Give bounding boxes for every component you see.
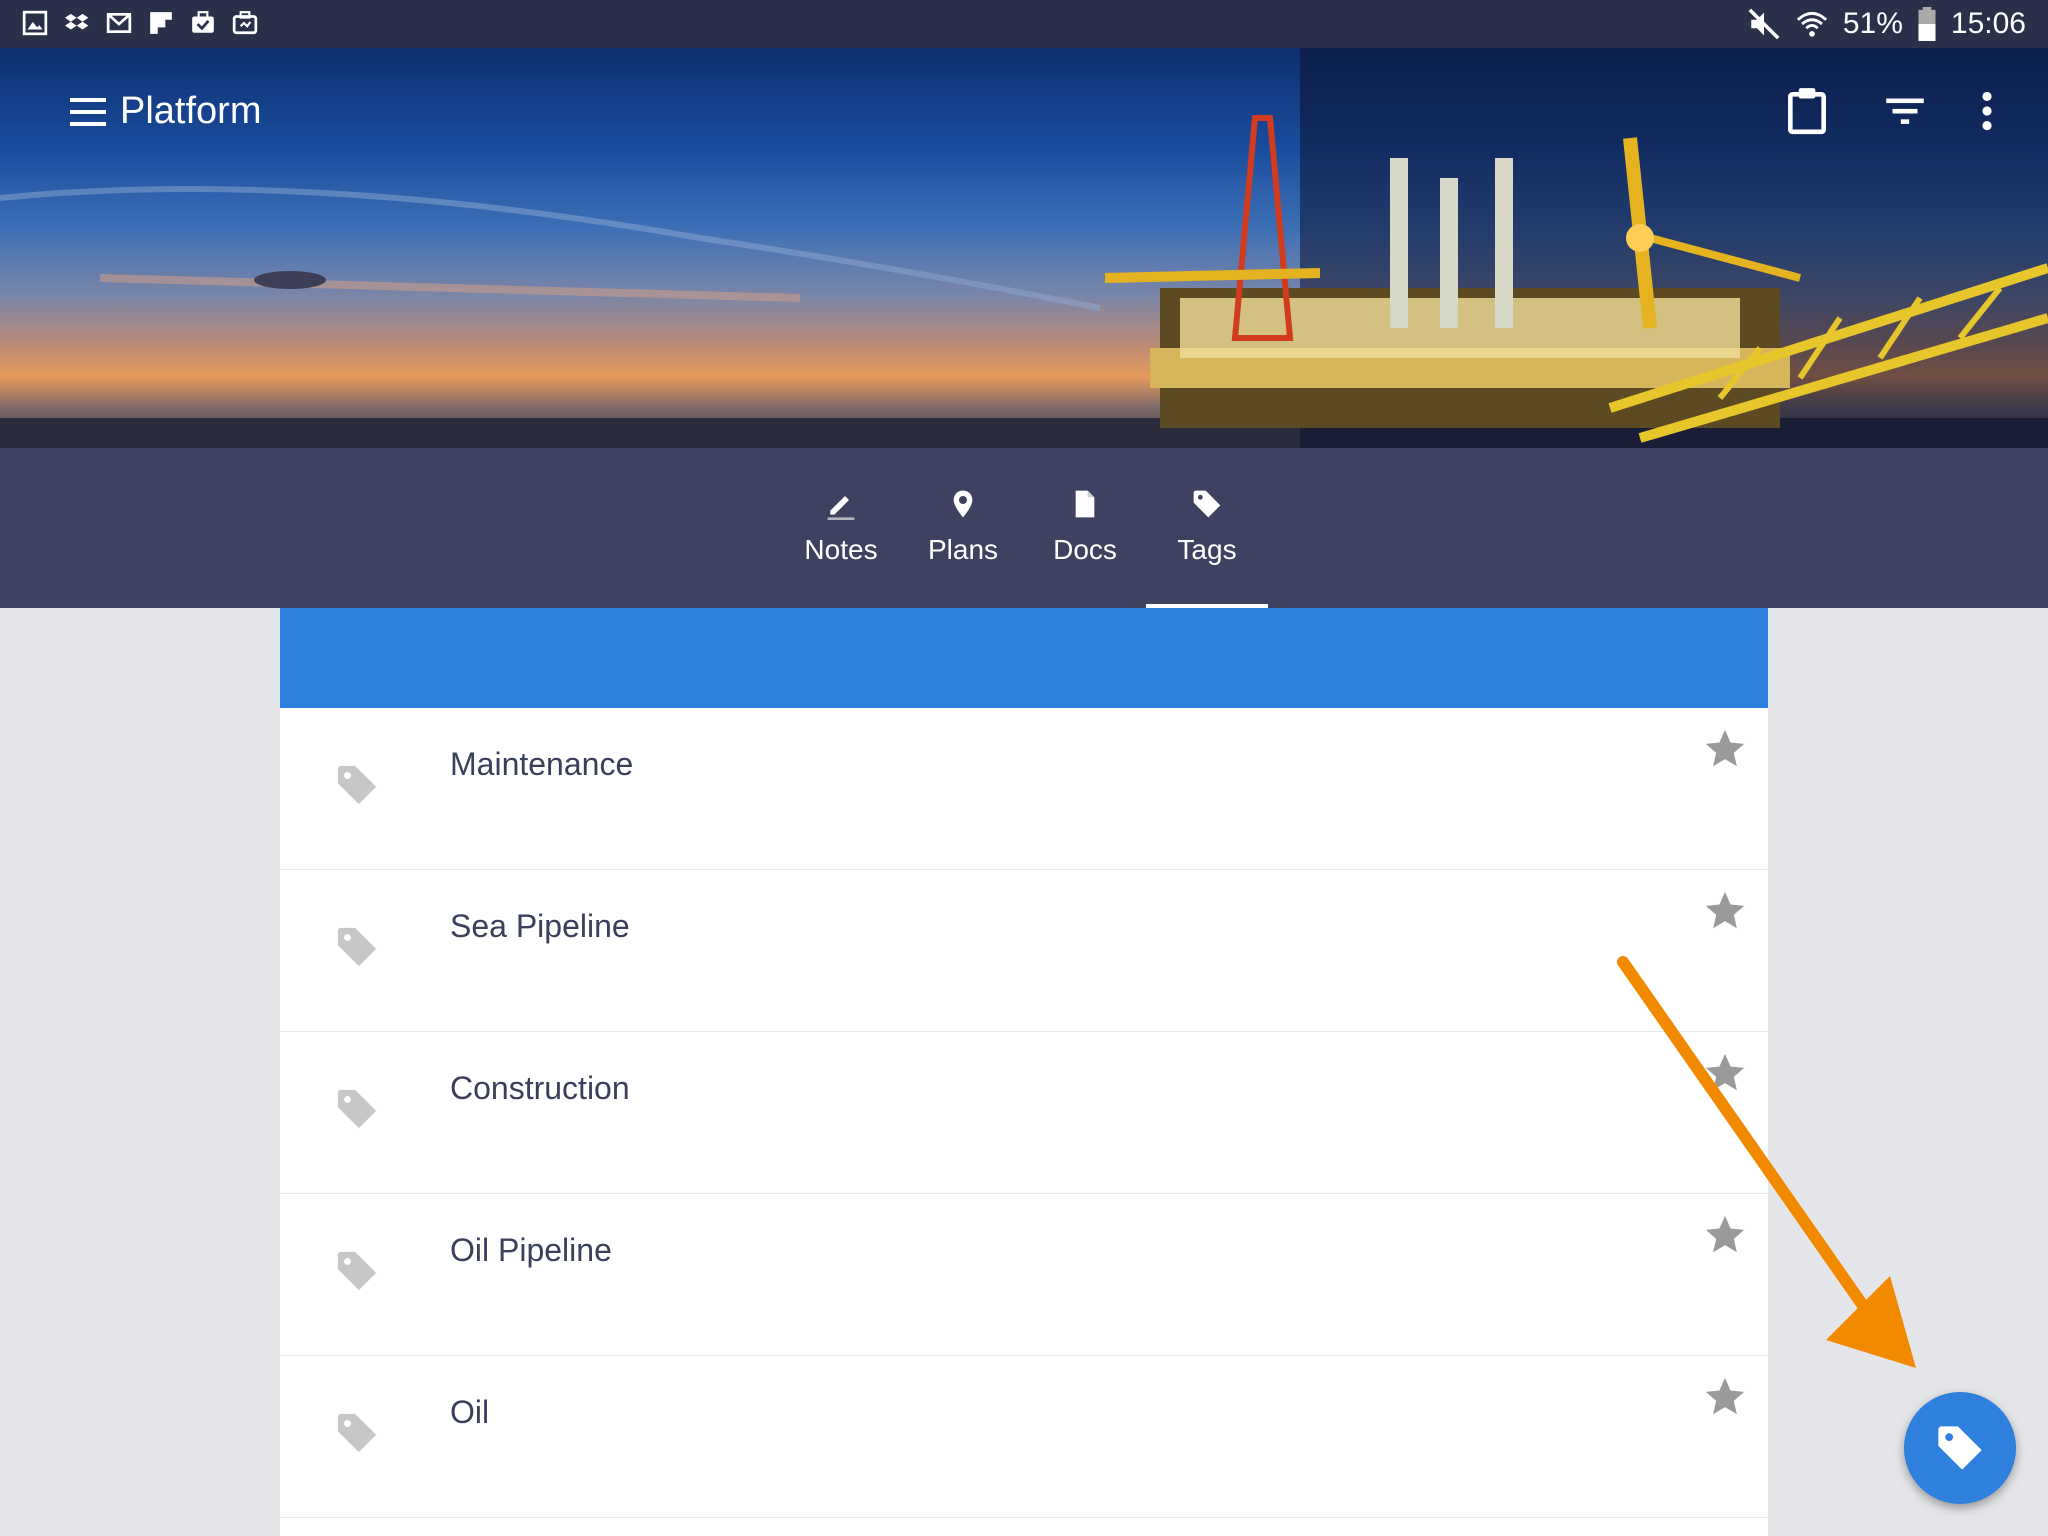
tab-docs[interactable]: Docs [1025,448,1145,608]
tag-icon [337,1251,377,1291]
tab-label: Notes [804,534,878,565]
menu-icon[interactable] [68,94,108,130]
battery-percent: 51% [1842,7,1903,40]
tab-tags[interactable]: Tags [1147,448,1267,608]
more-vert-icon[interactable] [1962,86,2012,136]
pin-icon [953,490,973,518]
list-item[interactable]: Construction [280,1032,1768,1194]
tag-label: Construction [450,1070,630,1106]
gallery-icon [22,10,48,36]
tab-label: Tags [1177,534,1237,565]
tag-icon [337,927,377,967]
page-title: Platform [120,90,262,132]
document-icon [1075,490,1095,518]
header-banner: Platform [0,48,2048,448]
offshore-platform-image [0,48,2048,448]
notification-icons [22,10,258,38]
add-tag-fab[interactable] [1904,1392,2016,1504]
list-item[interactable]: Oil Pipeline [280,1194,1768,1356]
briefcase-check-icon [192,11,214,33]
clipboard-icon[interactable] [1782,86,1832,136]
status-bar: 51% 15:06 [0,0,2048,48]
tag-label: Oil [450,1394,490,1430]
star-icon[interactable] [1702,1374,1748,1420]
list-header [280,608,1768,708]
pencil-icon [827,496,855,520]
mute-icon [1748,8,1780,40]
system-status: 51% 15:06 [1747,6,2026,42]
gmail-icon [106,12,132,34]
tag-label: Sea Pipeline [450,908,630,944]
list-item[interactable]: Oil [280,1356,1768,1518]
briefcase-sync-icon [232,11,258,35]
list-item[interactable]: Sea Pipeline [280,870,1768,1032]
dropbox-icon [64,13,89,30]
tab-bar: Notes Plans Docs Tags [0,448,2048,608]
list-item[interactable]: Maintenance [280,708,1768,870]
flipboard-icon [150,12,172,34]
tab-notes[interactable]: Notes [781,448,901,608]
tag-icon [1938,1426,1982,1470]
battery-icon [1918,7,1936,41]
tag-icon [337,1089,377,1129]
star-icon[interactable] [1702,726,1748,772]
star-icon[interactable] [1702,1050,1748,1096]
tab-label: Docs [1053,534,1117,565]
wifi-icon [1796,11,1827,37]
clock: 15:06 [1950,7,2026,40]
tag-icon [337,1413,377,1453]
tag-label: Maintenance [450,746,634,782]
star-icon[interactable] [1702,888,1748,934]
tab-plans[interactable]: Plans [903,448,1023,608]
tag-label: Oil Pipeline [450,1232,612,1268]
star-icon[interactable] [1702,1212,1748,1258]
tag-icon [337,765,377,805]
tab-label: Plans [927,534,999,565]
filter-icon[interactable] [1880,86,1930,136]
tag-list: Maintenance Sea Pipeline Construction Oi… [280,608,1768,1536]
tag-icon [1193,490,1221,518]
